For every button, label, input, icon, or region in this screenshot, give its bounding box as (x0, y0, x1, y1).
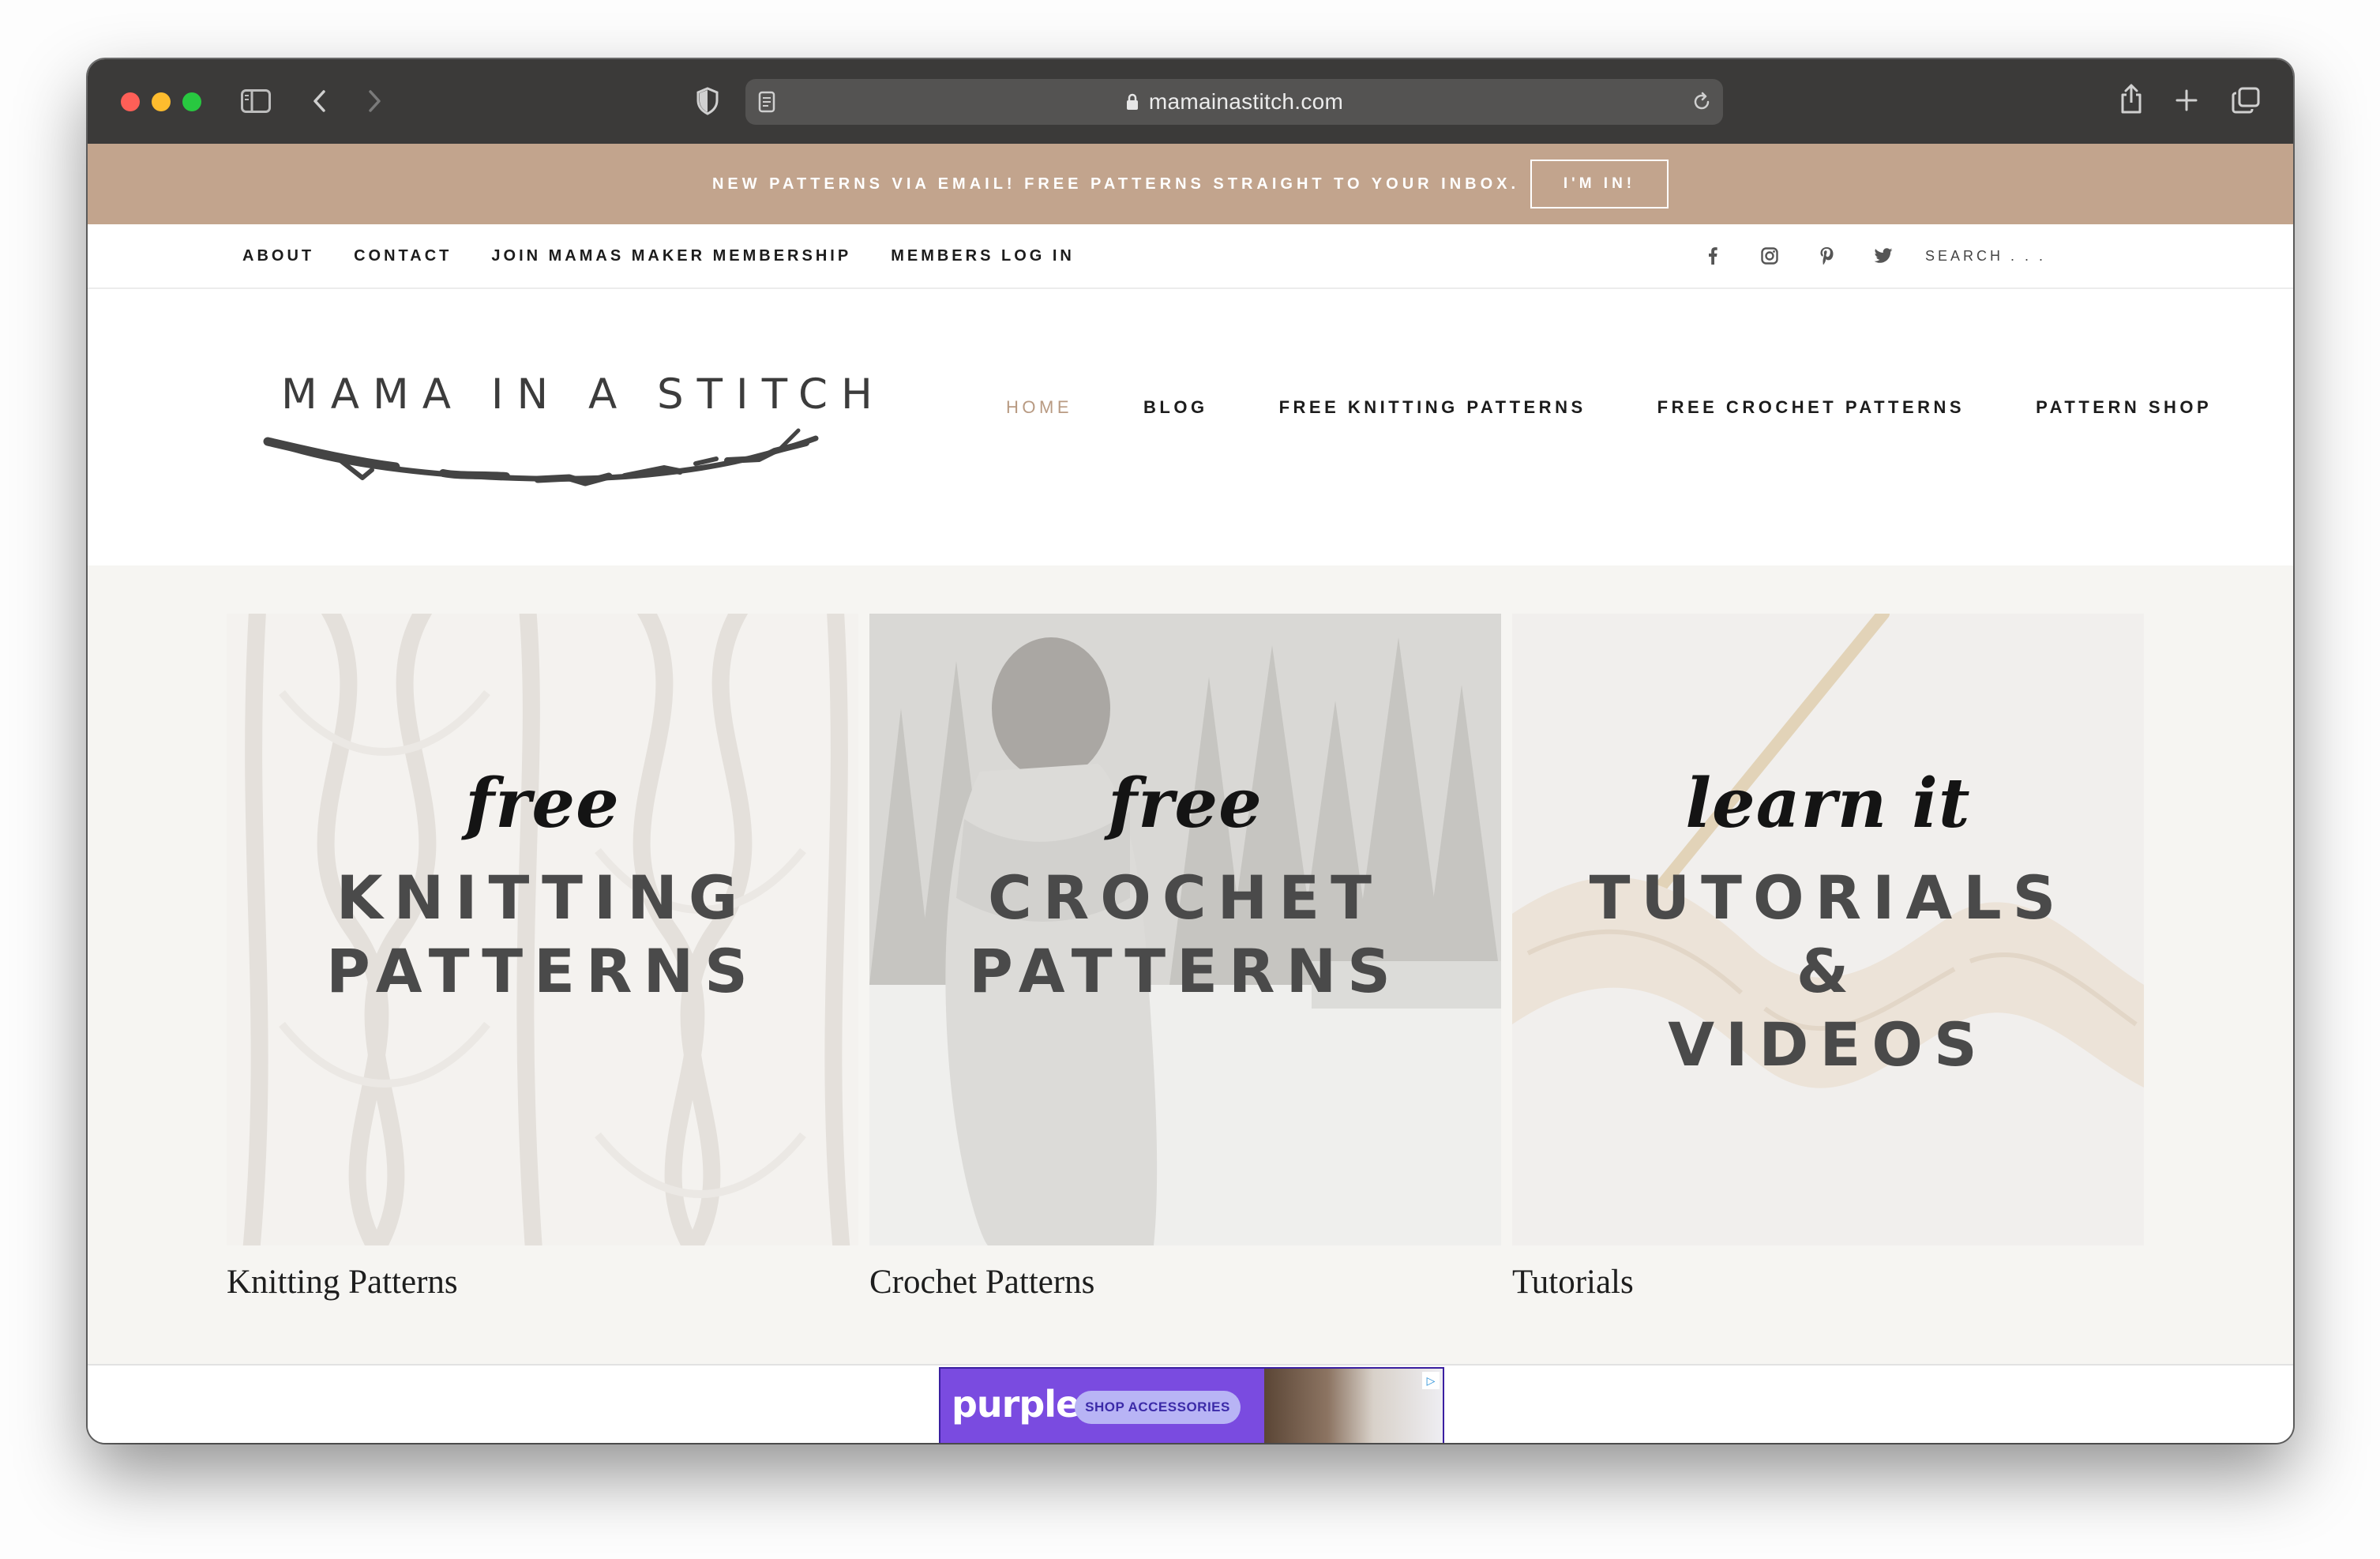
tutorials-card-image[interactable]: learn it TUTORIALS & VIDEOS (1512, 614, 2144, 1245)
crochet-title-line-2: PATTERNS (969, 936, 1402, 1006)
email-signup-banner: NEW PATTERNS VIA EMAIL! FREE PATTERNS ST… (88, 144, 2293, 224)
knitting-script-text: free (465, 764, 620, 843)
minimize-window-button[interactable] (152, 92, 171, 111)
twitter-icon[interactable] (1871, 224, 1895, 287)
browser-toolbar: mamainastitch.com (88, 59, 2293, 144)
facebook-icon[interactable] (1701, 224, 1725, 287)
category-card-crochet[interactable]: free CROCHET PATTERNS Crochet Patterns (869, 614, 1501, 1302)
nav-link-members-login[interactable]: MEMBERS LOG IN (891, 247, 1075, 265)
reload-icon[interactable] (1690, 90, 1714, 114)
nav-link-about[interactable]: ABOUT (242, 247, 314, 265)
screenshot-stage: mamainastitch.com NEW PATTERNS VIA EMAIL… (0, 0, 2380, 1559)
ad-shop-button[interactable]: SHOP ACCESSORIES (1075, 1391, 1241, 1424)
ad-choices-icon[interactable]: ▷ (1422, 1372, 1440, 1389)
knitting-card-image[interactable]: free KNITTING PATTERNS (227, 614, 858, 1245)
branch-logo-graphic (263, 428, 819, 486)
category-card-knitting[interactable]: free KNITTING PATTERNS Knitting Patterns (227, 614, 858, 1302)
crochet-card-label[interactable]: Crochet Patterns (869, 1263, 1501, 1302)
signup-button[interactable]: I'M IN! (1530, 160, 1669, 208)
tutorials-script-text: learn it (1685, 764, 1971, 843)
main-nav-free-crochet[interactable]: FREE CROCHET PATTERNS (1657, 397, 1965, 418)
tabs-overview-icon[interactable] (2231, 86, 2261, 115)
share-icon[interactable] (2117, 81, 2145, 116)
main-nav-pattern-shop[interactable]: PATTERN SHOP (2036, 397, 2212, 418)
main-nav-blog[interactable]: BLOG (1143, 397, 1208, 418)
tutorials-title-line-2: & (1796, 936, 1860, 1006)
tutorials-title-line-1: TUTORIALS (1589, 862, 2067, 933)
crochet-card-image[interactable]: free CROCHET PATTERNS (869, 614, 1501, 1245)
top-utility-nav: ABOUT CONTACT JOIN MAMAS MAKER MEMBERSHI… (88, 224, 2293, 289)
main-nav-home[interactable]: HOME (1006, 397, 1072, 418)
lock-icon (1125, 92, 1139, 111)
utility-links: ABOUT CONTACT JOIN MAMAS MAKER MEMBERSHI… (242, 224, 1075, 287)
zoom-window-button[interactable] (182, 92, 201, 111)
tutorials-title-line-3: VIDEOS (1668, 1009, 1988, 1080)
site-logo[interactable]: MAMA IN A STITCH (281, 370, 886, 419)
url-display[interactable]: mamainastitch.com (745, 79, 1723, 125)
new-tab-icon[interactable] (2174, 88, 2199, 113)
banner-text: NEW PATTERNS VIA EMAIL! FREE PATTERNS ST… (711, 175, 1520, 193)
crochet-script-text: free (1108, 764, 1263, 843)
url-text: mamainastitch.com (1148, 89, 1344, 114)
nav-link-membership[interactable]: JOIN MAMAS MAKER MEMBERSHIP (491, 247, 851, 265)
browser-window: mamainastitch.com NEW PATTERNS VIA EMAIL… (88, 59, 2293, 1443)
forward-icon[interactable] (363, 88, 387, 115)
sidebar-icon[interactable] (240, 88, 272, 115)
category-section: free KNITTING PATTERNS Knitting Patterns (88, 565, 2293, 1364)
pinterest-icon[interactable] (1815, 224, 1838, 287)
tutorials-card-label[interactable]: Tutorials (1512, 1263, 2144, 1302)
knitting-card-label[interactable]: Knitting Patterns (227, 1263, 858, 1302)
knitting-title-line-1: KNITTING (336, 862, 749, 933)
crochet-title-line-1: CROCHET (987, 862, 1383, 933)
search-input[interactable]: SEARCH . . . (1925, 224, 2046, 287)
address-bar[interactable]: mamainastitch.com (745, 79, 1723, 125)
banner-ad[interactable]: purple SHOP ACCESSORIES ▷ (939, 1367, 1444, 1443)
main-nav: HOME BLOG FREE KNITTING PATTERNS FREE CR… (1006, 392, 2212, 423)
ad-product-image (1264, 1369, 1443, 1443)
back-icon[interactable] (307, 88, 331, 115)
instagram-icon[interactable] (1758, 224, 1781, 287)
close-window-button[interactable] (121, 92, 140, 111)
nav-link-contact[interactable]: CONTACT (354, 247, 452, 265)
shield-icon[interactable] (694, 86, 721, 116)
knitting-title-line-2: PATTERNS (326, 936, 759, 1006)
site-header: MAMA IN A STITCH HOME BLOG FREE KNITTING… (88, 289, 2293, 565)
main-nav-free-knitting[interactable]: FREE KNITTING PATTERNS (1279, 397, 1586, 418)
category-card-tutorials[interactable]: learn it TUTORIALS & VIDEOS Tutorials (1512, 614, 2144, 1302)
ad-brand-logo: purple (952, 1383, 1080, 1426)
ad-strip: purple SHOP ACCESSORIES ▷ (88, 1364, 2293, 1443)
